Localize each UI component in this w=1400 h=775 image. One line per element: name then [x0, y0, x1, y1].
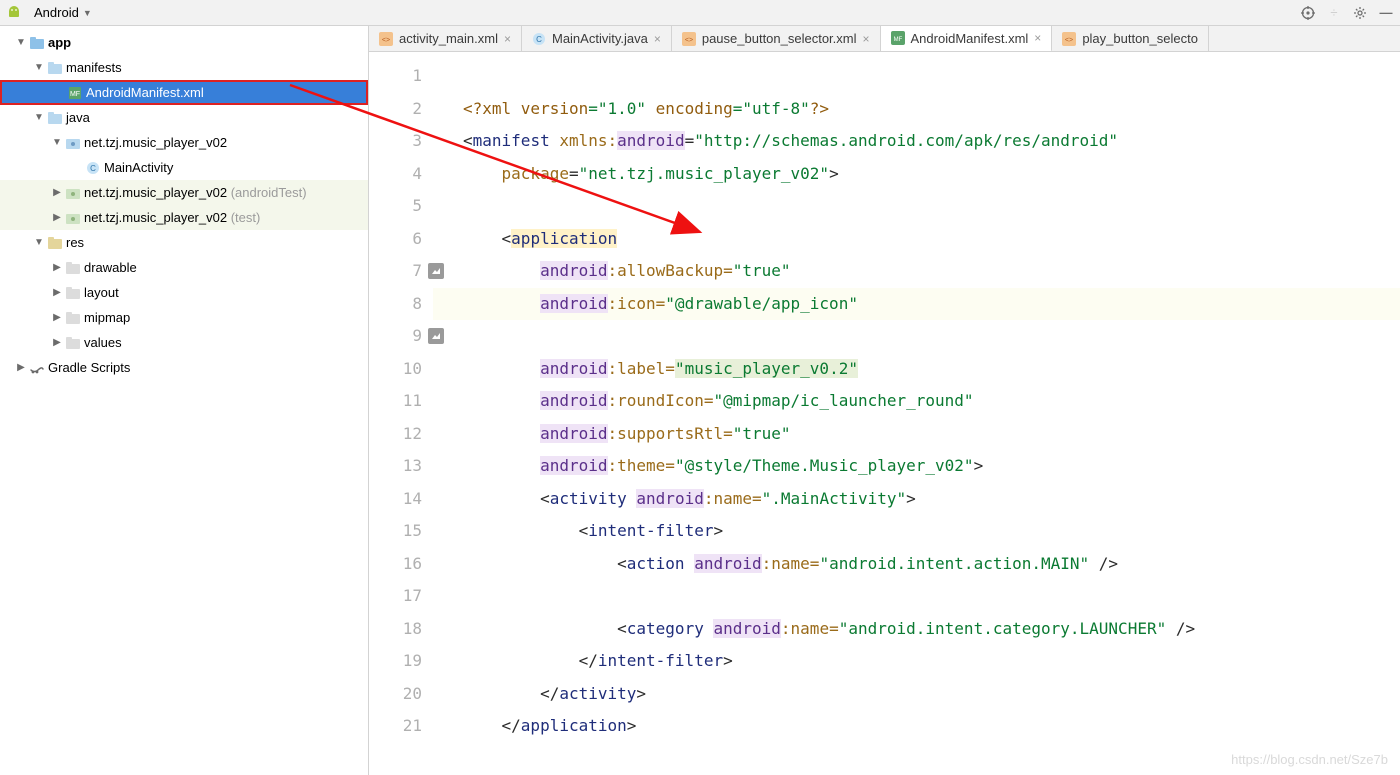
module-icon: [28, 37, 46, 49]
svg-text:MF: MF: [70, 91, 80, 98]
tree-node-java[interactable]: ▼ java: [0, 105, 368, 130]
tab-android-manifest[interactable]: MF AndroidManifest.xml ×: [881, 26, 1053, 52]
tree-label: java: [64, 110, 90, 125]
tree-node-manifest-file[interactable]: MF AndroidManifest.xml: [0, 80, 368, 105]
tab-label: pause_button_selector.xml: [702, 31, 857, 46]
tab-activity-main[interactable]: <> activity_main.xml ×: [369, 26, 522, 51]
tree-label: net.tzj.music_player_v02: [82, 135, 227, 150]
tree-label: mipmap: [82, 310, 130, 325]
xml-file-icon: <>: [1062, 32, 1076, 46]
folder-icon: [46, 62, 64, 74]
chevron-down-icon: ▼: [14, 37, 28, 48]
package-icon: [64, 187, 82, 199]
tree-node-manifests[interactable]: ▼ manifests: [0, 55, 368, 80]
chevron-right-icon: ▶: [50, 212, 64, 223]
tab-pause-selector[interactable]: <> pause_button_selector.xml ×: [672, 26, 881, 51]
chevron-down-icon: ▼: [83, 8, 92, 18]
close-icon[interactable]: ×: [504, 32, 511, 46]
tree-label: AndroidManifest.xml: [84, 85, 204, 100]
tree-node-res[interactable]: ▼ res: [0, 230, 368, 255]
code-content[interactable]: <?xml version="1.0" encoding="utf-8"?> <…: [433, 52, 1400, 775]
divider-icon: ÷: [1326, 5, 1342, 21]
tree-node-package-test[interactable]: ▶ net.tzj.music_player_v02 (test): [0, 205, 368, 230]
project-view-selector[interactable]: Android ▼: [28, 3, 98, 22]
tree-node-app[interactable]: ▼ app: [0, 30, 368, 55]
tree-label: manifests: [64, 60, 122, 75]
tab-main-activity[interactable]: C MainActivity.java ×: [522, 26, 672, 51]
folder-icon: [64, 312, 82, 324]
tree-label: net.tzj.music_player_v02 (androidTest): [82, 185, 307, 200]
folder-icon: [64, 337, 82, 349]
package-icon: [64, 137, 82, 149]
tree-label: values: [82, 335, 122, 350]
java-class-icon: C: [532, 32, 546, 46]
close-icon[interactable]: ×: [654, 32, 661, 46]
chevron-down-icon: ▼: [32, 62, 46, 73]
svg-text:<>: <>: [685, 37, 693, 44]
target-icon[interactable]: [1300, 5, 1316, 21]
image-gutter-icon[interactable]: [428, 263, 444, 279]
toolbar: Android ▼ ÷ —: [0, 0, 1400, 26]
svg-text:C: C: [536, 35, 542, 44]
svg-text:MF: MF: [893, 37, 902, 43]
svg-text:C: C: [90, 164, 96, 173]
tree-label: net.tzj.music_player_v02 (test): [82, 210, 260, 225]
android-logo-icon: [6, 5, 22, 21]
svg-text:<>: <>: [382, 37, 390, 44]
package-icon: [64, 212, 82, 224]
chevron-down-icon: ▼: [32, 237, 46, 248]
project-tree: ▼ app ▼ manifests MF AndroidManifest.xml: [0, 26, 369, 775]
chevron-down-icon: ▼: [50, 137, 64, 148]
gradle-icon: [28, 361, 46, 375]
folder-icon: [64, 287, 82, 299]
tree-label: Gradle Scripts: [46, 360, 130, 375]
line-gutter: 1 2 3 4 5 6 7 8 9 10 11 12 13 14 15 16 1…: [369, 52, 433, 775]
tree-node-package-androidtest[interactable]: ▶ net.tzj.music_player_v02 (androidTest): [0, 180, 368, 205]
tree-node-gradle[interactable]: ▶ Gradle Scripts: [0, 355, 368, 380]
tree-node-values[interactable]: ▶ values: [0, 330, 368, 355]
tree-node-layout[interactable]: ▶ layout: [0, 280, 368, 305]
manifest-file-icon: MF: [66, 86, 84, 100]
manifest-file-icon: MF: [891, 31, 905, 45]
chevron-right-icon: ▶: [50, 262, 64, 273]
tree-label: MainActivity: [102, 160, 173, 175]
gear-icon[interactable]: [1352, 5, 1368, 21]
xml-file-icon: <>: [682, 32, 696, 46]
chevron-right-icon: ▶: [50, 187, 64, 198]
folder-icon: [46, 237, 64, 249]
chevron-right-icon: ▶: [50, 312, 64, 323]
chevron-down-icon: ▼: [32, 112, 46, 123]
class-icon: C: [84, 161, 102, 175]
project-view-label: Android: [34, 5, 79, 20]
tree-node-package[interactable]: ▼ net.tzj.music_player_v02: [0, 130, 368, 155]
minimize-icon[interactable]: —: [1378, 5, 1394, 21]
close-icon[interactable]: ×: [863, 32, 870, 46]
tree-node-mipmap[interactable]: ▶ mipmap: [0, 305, 368, 330]
tree-node-drawable[interactable]: ▶ drawable: [0, 255, 368, 280]
tree-label: res: [64, 235, 84, 250]
svg-text:<>: <>: [1065, 37, 1073, 44]
folder-icon: [46, 112, 64, 124]
code-editor[interactable]: 1 2 3 4 5 6 7 8 9 10 11 12 13 14 15 16 1…: [369, 52, 1400, 775]
tree-node-main-activity[interactable]: C MainActivity: [0, 155, 368, 180]
chevron-right-icon: ▶: [50, 337, 64, 348]
close-icon[interactable]: ×: [1034, 31, 1041, 45]
tree-label: layout: [82, 285, 119, 300]
chevron-right-icon: ▶: [14, 362, 28, 373]
editor-tabs: <> activity_main.xml × C MainActivity.ja…: [369, 26, 1400, 52]
folder-icon: [64, 262, 82, 274]
image-gutter-icon[interactable]: [428, 328, 444, 344]
tree-label: drawable: [82, 260, 137, 275]
chevron-right-icon: ▶: [50, 287, 64, 298]
tab-play-selector[interactable]: <> play_button_selecto: [1052, 26, 1209, 51]
tab-label: MainActivity.java: [552, 31, 648, 46]
tab-label: AndroidManifest.xml: [911, 31, 1029, 46]
tab-label: activity_main.xml: [399, 31, 498, 46]
tab-label: play_button_selecto: [1082, 31, 1198, 46]
tree-label: app: [46, 35, 71, 50]
watermark: https://blog.csdn.net/Sze7b: [1231, 752, 1388, 767]
xml-file-icon: <>: [379, 32, 393, 46]
